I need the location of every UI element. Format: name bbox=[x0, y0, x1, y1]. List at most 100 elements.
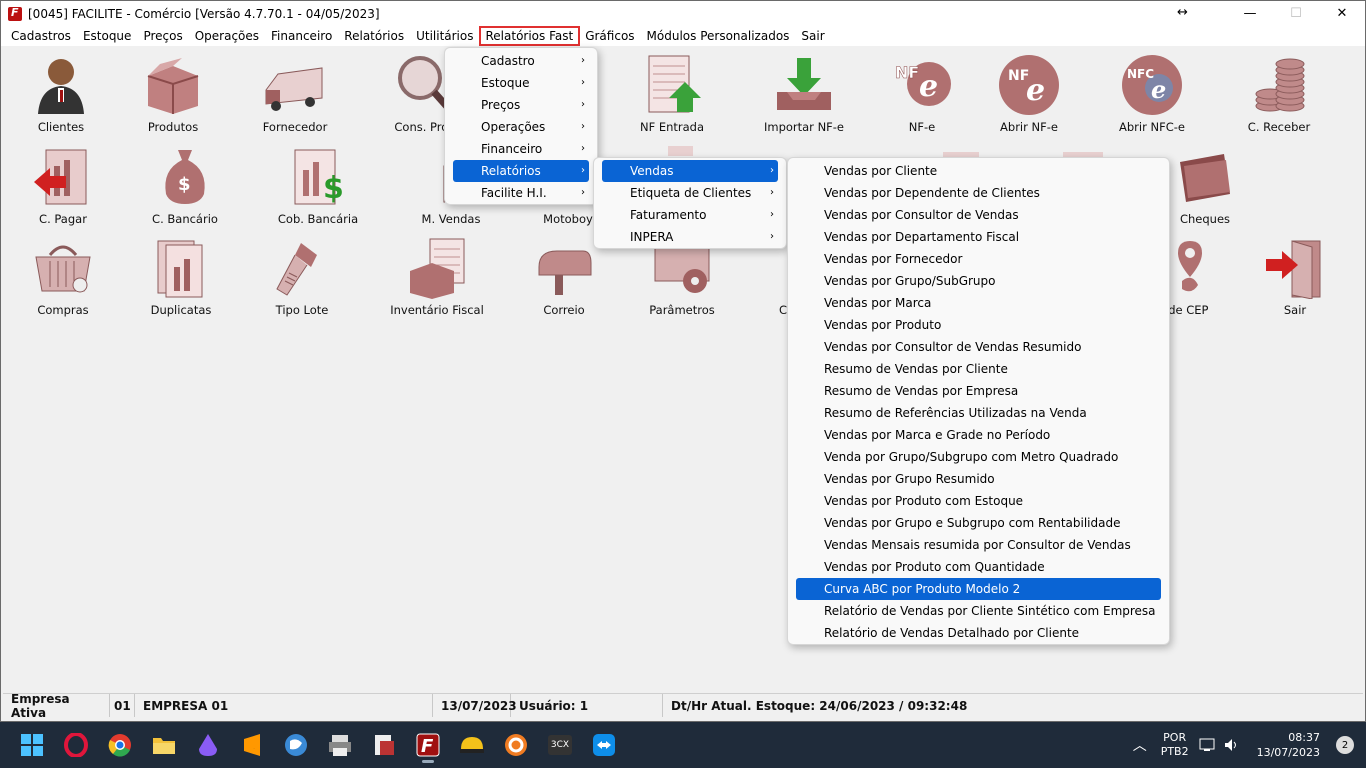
taskbar-app-doc[interactable] bbox=[364, 725, 404, 765]
menu-item-precos[interactable]: Preços › bbox=[445, 94, 597, 116]
coins-icon bbox=[1248, 54, 1310, 116]
menu-relatorios[interactable]: Relatórios bbox=[338, 27, 410, 45]
menu-relatorios-fast[interactable]: Relatórios Fast bbox=[478, 26, 581, 46]
menu-item-report[interactable]: Vendas por Consultor de Vendas Resumido bbox=[788, 336, 1169, 358]
notification-badge[interactable]: 2 bbox=[1336, 736, 1354, 754]
menu-item-report[interactable]: Resumo de Vendas por Empresa bbox=[788, 380, 1169, 402]
exit-door-icon bbox=[1264, 237, 1326, 300]
shortcut-c-bancario[interactable]: $ C. Bancário bbox=[130, 146, 240, 226]
taskbar-sublime[interactable] bbox=[232, 725, 272, 765]
menu-item-relatorios[interactable]: Relatórios › bbox=[453, 160, 589, 182]
taskbar: F 3CX ︿ POR PTB2 08:37 13/07/2023 2 bbox=[0, 722, 1366, 768]
menu-item-report[interactable]: Relatório de Vendas por Cliente Sintétic… bbox=[788, 600, 1169, 622]
language-indicator[interactable]: POR PTB2 bbox=[1161, 731, 1189, 759]
shortcut-nfe[interactable]: NF e NF-e bbox=[867, 54, 977, 134]
taskbar-app-helmet[interactable] bbox=[452, 725, 492, 765]
menu-precos[interactable]: Preços bbox=[137, 27, 188, 45]
menu-item-etiqueta-clientes[interactable]: Etiqueta de Clientes › bbox=[594, 182, 786, 204]
shortcut-inventario-fiscal[interactable]: Inventário Fiscal bbox=[382, 237, 492, 317]
menu-item-report[interactable]: Vendas por Produto com Estoque bbox=[788, 490, 1169, 512]
taskbar-chrome[interactable] bbox=[100, 725, 140, 765]
shortcut-c-receber[interactable]: C. Receber bbox=[1224, 54, 1334, 134]
menu-item-estoque[interactable]: Estoque › bbox=[445, 72, 597, 94]
menu-item-report[interactable]: Vendas por Fornecedor bbox=[788, 248, 1169, 270]
shortcut-abrir-nfce[interactable]: NFC e Abrir NFC-e bbox=[1097, 54, 1207, 134]
shortcut-duplicatas[interactable]: Duplicatas bbox=[126, 237, 236, 317]
volume-icon[interactable] bbox=[1223, 737, 1239, 753]
shortcut-label: Clientes bbox=[37, 120, 85, 134]
menu-item-report[interactable]: Vendas por Produto com Quantidade bbox=[788, 556, 1169, 578]
shortcut-compras[interactable]: Compras bbox=[8, 237, 118, 317]
taskbar-teamviewer[interactable] bbox=[584, 725, 624, 765]
menu-modulos-personalizados[interactable]: Módulos Personalizados bbox=[641, 27, 796, 45]
menu-item-report[interactable]: Vendas por Departamento Fiscal bbox=[788, 226, 1169, 248]
menu-operacoes[interactable]: Operações bbox=[189, 27, 265, 45]
close-button[interactable]: ✕ bbox=[1319, 1, 1365, 26]
menu-item-report[interactable]: Vendas por Consultor de Vendas bbox=[788, 204, 1169, 226]
shortcut-fornecedor[interactable]: Fornecedor bbox=[240, 54, 350, 134]
menu-graficos[interactable]: Gráficos bbox=[579, 27, 640, 45]
taskbar-app-globe[interactable] bbox=[276, 725, 316, 765]
menu-item-report[interactable]: Vendas por Grupo Resumido bbox=[788, 468, 1169, 490]
submenu-relatorios: Vendas › Etiqueta de Clientes › Faturament… bbox=[593, 157, 787, 249]
shortcut-label: Compras bbox=[37, 303, 89, 317]
shortcut-clientes[interactable]: Clientes bbox=[6, 54, 116, 134]
menu-item-operacoes[interactable]: Operações › bbox=[445, 116, 597, 138]
menu-utilitarios[interactable]: Utilitários bbox=[410, 27, 479, 45]
chevron-up-icon[interactable]: ︿ bbox=[1133, 735, 1147, 755]
shortcut-label: Tipo Lote bbox=[275, 303, 329, 317]
menu-item-report[interactable]: Vendas por Grupo/SubGrupo bbox=[788, 270, 1169, 292]
taskbar-opera[interactable] bbox=[56, 725, 96, 765]
menu-item-report[interactable]: Resumo de Referências Utilizadas na Vend… bbox=[788, 402, 1169, 424]
menu-item-vendas[interactable]: Vendas › bbox=[602, 160, 778, 182]
menu-item-report[interactable]: Vendas por Cliente bbox=[788, 160, 1169, 182]
menu-sair[interactable]: Sair bbox=[795, 27, 830, 45]
clock[interactable]: 08:37 13/07/2023 bbox=[1257, 730, 1320, 760]
start-button[interactable] bbox=[12, 725, 52, 765]
chevron-right-icon: › bbox=[770, 231, 774, 242]
menu-item-financeiro[interactable]: Financeiro › bbox=[445, 138, 597, 160]
printer-icon bbox=[329, 735, 351, 756]
menu-item-report[interactable]: Vendas por Dependente de Clientes bbox=[788, 182, 1169, 204]
network-icon[interactable] bbox=[1199, 737, 1217, 753]
menu-item-facilite-hi[interactable]: Facilite H.I. › bbox=[445, 182, 597, 204]
clock-date: 13/07/2023 bbox=[1256, 746, 1320, 759]
shortcut-produtos[interactable]: Produtos bbox=[118, 54, 228, 134]
menu-estoque[interactable]: Estoque bbox=[77, 27, 138, 45]
menu-cadastros[interactable]: Cadastros bbox=[5, 27, 77, 45]
shortcut-tipo-lote[interactable]: Tipo Lote bbox=[247, 237, 357, 317]
taskbar-3cx[interactable]: 3CX bbox=[540, 725, 580, 765]
menu-item-report[interactable]: Vendas por Marca bbox=[788, 292, 1169, 314]
menu-financeiro[interactable]: Financeiro bbox=[265, 27, 338, 45]
taskbar-app-sync[interactable] bbox=[496, 725, 536, 765]
taskbar-explorer[interactable] bbox=[144, 725, 184, 765]
shortcut-abrir-nfe[interactable]: NF e Abrir NF-e bbox=[974, 54, 1084, 134]
app-window: [0045] FACILITE - Comércio [Versão 4.7.7… bbox=[0, 0, 1366, 722]
menu-item-report[interactable]: Resumo de Vendas por Cliente bbox=[788, 358, 1169, 380]
shortcut-importar-nfe[interactable]: Importar NF-e bbox=[749, 54, 859, 134]
clock-time: 08:37 bbox=[1288, 731, 1320, 744]
menu-item-report[interactable]: Venda por Grupo/Subgrupo com Metro Quadr… bbox=[788, 446, 1169, 468]
shortcut-correio[interactable]: Correio bbox=[509, 237, 619, 317]
menu-item-report[interactable]: Vendas por Produto bbox=[788, 314, 1169, 336]
submenu-vendas: Vendas por Cliente Vendas por Dependente… bbox=[787, 157, 1170, 645]
shortcut-cob-bancaria[interactable]: $ Cob. Bancária bbox=[263, 146, 373, 226]
menu-item-faturamento[interactable]: Faturamento › bbox=[594, 204, 786, 226]
shortcut-parametros[interactable]: Parâmetros bbox=[627, 237, 737, 317]
menu-item-report[interactable]: Vendas Mensais resumida por Consultor de… bbox=[788, 534, 1169, 556]
shortcut-c-pagar[interactable]: C. Pagar bbox=[8, 146, 118, 226]
menu-item-report[interactable]: Vendas por Grupo e Subgrupo com Rentabil… bbox=[788, 512, 1169, 534]
minimize-button[interactable]: — bbox=[1227, 1, 1273, 26]
menu-item-report[interactable]: Relatório de Vendas Detalhado por Client… bbox=[788, 622, 1169, 644]
shortcut-label: Inventário Fiscal bbox=[390, 303, 484, 317]
menu-item-report[interactable]: Vendas por Marca e Grade no Período bbox=[788, 424, 1169, 446]
shortcut-nf-entrada[interactable]: NF Entrada bbox=[617, 54, 727, 134]
menu-item-cadastro[interactable]: Cadastro › bbox=[445, 50, 597, 72]
maximize-button[interactable]: ☐ bbox=[1273, 1, 1319, 26]
shortcut-sair[interactable]: Sair bbox=[1240, 237, 1350, 317]
menu-item-inpera[interactable]: INPERA › bbox=[594, 226, 786, 248]
taskbar-printer-app[interactable] bbox=[320, 725, 360, 765]
menu-item-curva-abc[interactable]: Curva ABC por Produto Modelo 2 bbox=[796, 578, 1161, 600]
taskbar-app-purple[interactable] bbox=[188, 725, 228, 765]
taskbar-facilite[interactable]: F bbox=[408, 725, 448, 765]
